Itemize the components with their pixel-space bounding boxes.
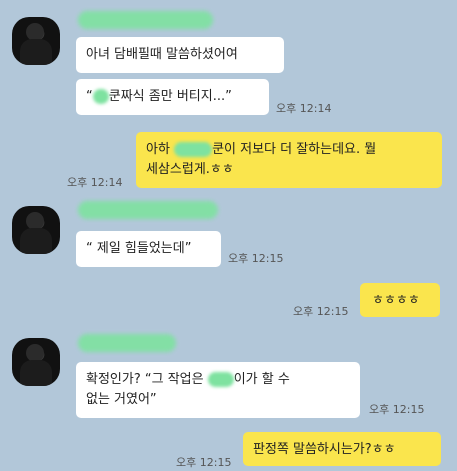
message-bubble-incoming[interactable]: “ 제일 힘들었는데” (76, 231, 221, 267)
message-text: 판정쪽 말씀하시는가?ㅎㅎ (253, 442, 396, 457)
avatar[interactable] (12, 206, 60, 254)
message-text-line2: 세삼스럽게.ㅎㅎ (146, 162, 234, 177)
message-text: ㅎㅎㅎㅎ (372, 293, 420, 308)
message-timestamp: 오후 12:15 (293, 305, 349, 318)
message-bubble-incoming[interactable]: 아녀 담배필때 말씀하셨어여 (76, 37, 284, 73)
message-bubble-incoming[interactable]: “ 쿤짜식 좀만 버티지...” (76, 79, 269, 115)
message-bubble-outgoing[interactable]: ㅎㅎㅎㅎ (360, 283, 440, 317)
sender-name-redacted (78, 334, 176, 352)
message-text: “ 제일 힘들었는데” (86, 241, 192, 256)
redaction-blot (207, 372, 234, 387)
message-text-end: 이가 할 수 (233, 372, 290, 387)
message-text-end: 쿤짜식 좀만 버티지...” (108, 89, 232, 104)
message-bubble-outgoing[interactable]: 판정쪽 말씀하시는가?ㅎㅎ (243, 432, 441, 466)
message-timestamp: 오후 12:14 (276, 102, 332, 115)
message-text-start: 아하 (146, 142, 175, 157)
redaction-blot (92, 89, 109, 104)
sender-name-redacted (78, 11, 213, 29)
message-timestamp: 오후 12:14 (67, 176, 123, 189)
message-text-start: 확정인가? “그 작업은 (86, 372, 208, 387)
message-bubble-incoming[interactable]: 확정인가? “그 작업은 이가 할 수 없는 거였어” (76, 362, 360, 418)
redaction-blot (174, 142, 213, 157)
message-timestamp: 오후 12:15 (228, 252, 284, 265)
avatar[interactable] (12, 338, 60, 386)
message-text: 아녀 담배필때 말씀하셨어여 (86, 47, 238, 62)
message-bubble-outgoing[interactable]: 아하 쿤이 저보다 더 잘하는데요. 뭘 세삼스럽게.ㅎㅎ (136, 132, 442, 188)
message-text-line2: 없는 거였어” (86, 392, 157, 407)
message-text-start: “ (86, 89, 93, 104)
message-text-end: 쿤이 저보다 더 잘하는데요. 뭘 (212, 142, 377, 157)
sender-name-redacted (78, 201, 218, 219)
message-timestamp: 오후 12:15 (176, 456, 232, 469)
avatar[interactable] (12, 17, 60, 65)
message-timestamp: 오후 12:15 (369, 403, 425, 416)
